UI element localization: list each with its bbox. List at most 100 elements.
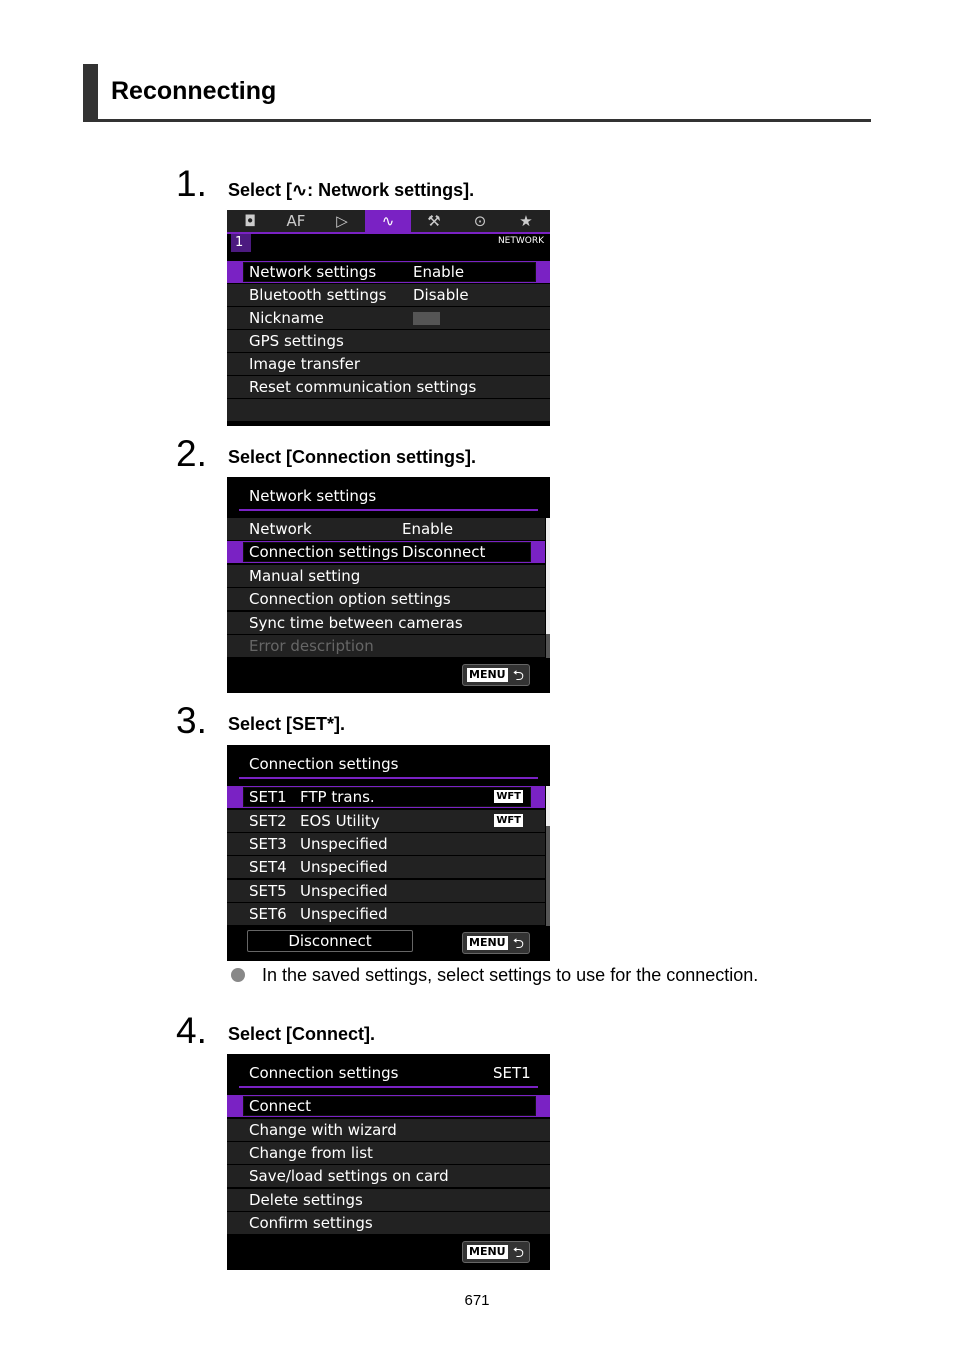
menu-back-button[interactable]: MENU ⮌ [462, 664, 530, 686]
menu-item-network-settings[interactable]: Network settings Enable [227, 261, 550, 283]
step-1-suffix: : Network settings]. [307, 180, 475, 200]
set-name: EOS Utility [300, 812, 380, 830]
set-item-1[interactable]: SET1 FTP trans. WFT [227, 786, 545, 808]
menu-item-image-transfer[interactable]: Image transfer [227, 353, 550, 375]
tab-mymenu[interactable]: ★ [503, 210, 549, 232]
menu-item-connect[interactable]: Connect [227, 1095, 550, 1117]
item-label: Bluetooth settings [249, 286, 387, 304]
screen-connection-settings-set1: Connection settings SET1 Connect Change … [227, 1054, 550, 1270]
wrench-icon: ⚒ [427, 212, 441, 230]
menu-item-error-description: Error description [227, 635, 545, 657]
item-value: Enable [402, 520, 454, 538]
menu-item-sync-time[interactable]: Sync time between cameras [227, 612, 545, 634]
screen-title: Connection settings [249, 1064, 399, 1082]
menu-label: MENU [467, 668, 508, 682]
section-title: Reconnecting [111, 77, 277, 105]
menu-item-connection-option[interactable]: Connection option settings [227, 588, 545, 610]
step-1-prefix: Select [ [228, 180, 293, 200]
tab-underline [227, 232, 550, 234]
tab-af[interactable]: AF [273, 210, 319, 232]
set-label: SET1 [493, 1064, 531, 1082]
step-3-text: Select [SET*]. [228, 714, 346, 734]
heading-bar [83, 64, 98, 122]
menu-item-change-with-wizard[interactable]: Change with wizard [227, 1119, 550, 1141]
set-item-5[interactable]: SET5 Unspecified [227, 880, 545, 902]
item-label: Nickname [249, 309, 324, 327]
set-name: Unspecified [300, 858, 388, 876]
set-name: Unspecified [300, 905, 388, 923]
set-item-3[interactable]: SET3 Unspecified [227, 833, 545, 855]
tab-setup[interactable]: ⚒ [411, 210, 457, 232]
set-id: SET2 [249, 812, 287, 830]
screen-title: Network settings [249, 487, 377, 505]
step-2-text: Select [Connection settings]. [228, 447, 477, 467]
page-number: 671 [464, 1292, 490, 1309]
menu-item-network[interactable]: Network Enable [227, 518, 545, 540]
tab-network[interactable]: ∿ [365, 210, 411, 232]
menu-item-confirm-settings[interactable]: Confirm settings [227, 1212, 550, 1234]
wft-badge: WFT [494, 814, 523, 827]
network-icon: ∿ [292, 180, 308, 200]
item-value: Enable [413, 263, 465, 281]
screen-title: Connection settings [249, 755, 399, 773]
menu-item-empty [227, 399, 550, 421]
item-value: Disconnect [402, 543, 486, 561]
item-label: Connect [249, 1097, 312, 1115]
tab-title: NETWORK [497, 236, 544, 246]
item-label: Sync time between cameras [249, 614, 463, 632]
set-name: Unspecified [300, 882, 388, 900]
nickname-value-placeholder [413, 312, 440, 325]
item-label: Error description [249, 637, 374, 655]
tab-af-label: AF [286, 212, 306, 230]
menu-tabs: ◘ AF ▷ ∿ ⚒ ⊙ ★ [227, 210, 550, 232]
menu-item-gps-settings[interactable]: GPS settings [227, 330, 550, 352]
page-indicator: 1 [231, 234, 251, 252]
item-label: Network settings [249, 263, 377, 281]
heading-rule [83, 119, 871, 122]
scrollbar-thumb[interactable] [546, 786, 550, 826]
step-2-number: 2. [176, 433, 207, 474]
step-1-text: Select [∿: Network settings]. [228, 180, 474, 201]
set-id: SET3 [249, 835, 287, 853]
set-item-2[interactable]: SET2 EOS Utility WFT [227, 810, 545, 832]
item-label: Reset communication settings [249, 378, 477, 396]
menu-item-nickname[interactable]: Nickname [227, 307, 550, 329]
scrollbar-thumb[interactable] [546, 518, 550, 634]
title-underline [239, 1086, 538, 1088]
menu-item-connection-settings[interactable]: Connection settings Disconnect [227, 541, 545, 563]
wft-badge: WFT [494, 790, 523, 803]
tab-playback[interactable]: ▷ [319, 210, 365, 232]
item-label: Change from list [249, 1144, 373, 1162]
playback-icon: ▷ [336, 212, 348, 230]
menu-item-save-load[interactable]: Save/load settings on card [227, 1165, 550, 1187]
tab-camera[interactable]: ◘ [227, 210, 273, 232]
item-label: Connection option settings [249, 590, 451, 608]
item-value: Disable [413, 286, 469, 304]
item-label: GPS settings [249, 332, 344, 350]
tab-custom[interactable]: ⊙ [457, 210, 503, 232]
item-label: Change with wizard [249, 1121, 397, 1139]
step-1-number: 1. [176, 163, 207, 204]
title-underline [239, 777, 538, 779]
return-icon: ⮌ [512, 936, 524, 952]
set-item-4[interactable]: SET4 Unspecified [227, 856, 545, 878]
menu-item-bluetooth-settings[interactable]: Bluetooth settings Disable [227, 284, 550, 306]
disconnect-button[interactable]: Disconnect [247, 930, 413, 952]
item-label: Manual setting [249, 567, 361, 585]
set-id: SET1 [249, 788, 287, 806]
menu-back-button[interactable]: MENU ⮌ [462, 1241, 530, 1263]
set-item-6[interactable]: SET6 Unspecified [227, 903, 545, 925]
camera-icon: ◘ [244, 212, 256, 230]
menu-item-manual-setting[interactable]: Manual setting [227, 565, 545, 587]
menu-item-change-from-list[interactable]: Change from list [227, 1142, 550, 1164]
screen-connection-settings-list: Connection settings SET1 FTP trans. WFT SE… [227, 745, 550, 961]
menu-back-button[interactable]: MENU ⮌ [462, 932, 530, 954]
item-label: Network [249, 520, 312, 538]
menu-item-delete-settings[interactable]: Delete settings [227, 1189, 550, 1211]
set-id: SET4 [249, 858, 287, 876]
item-label: Delete settings [249, 1191, 363, 1209]
bullet-note: In the saved settings, select settings t… [262, 965, 759, 985]
menu-item-reset-communication[interactable]: Reset communication settings [227, 376, 550, 398]
screen-network-settings: Network settings Network Enable Connectio… [227, 477, 550, 693]
item-label: Confirm settings [249, 1214, 373, 1232]
